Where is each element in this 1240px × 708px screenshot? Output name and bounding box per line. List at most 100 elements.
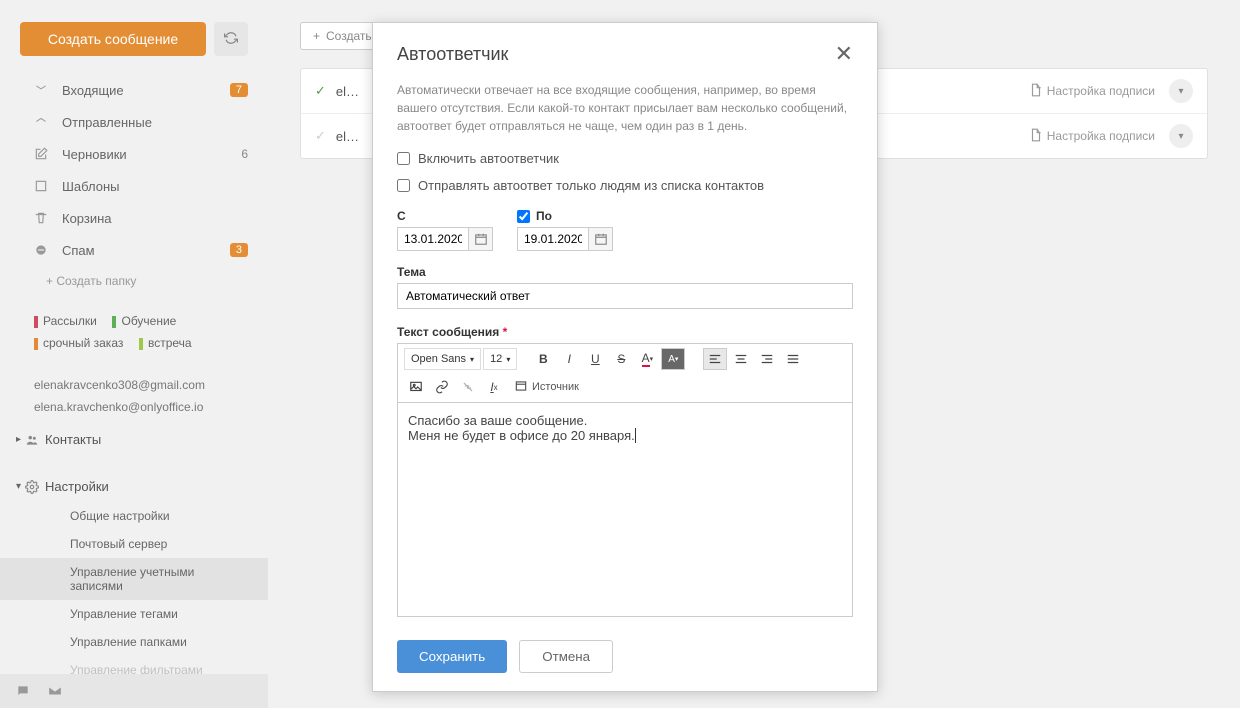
contacts-section[interactable]: ▸ Контакты — [0, 424, 268, 455]
row-menu-button[interactable]: ▾ — [1169, 79, 1193, 103]
autoresponder-modal: Автоответчик ✕ Автоматически отвечает на… — [372, 22, 878, 692]
source-button[interactable]: Источник — [514, 379, 579, 396]
folder-templates[interactable]: Шаблоны — [0, 170, 268, 202]
folder-count: 6 — [241, 147, 248, 161]
fontsize-select[interactable]: 12 ▾ — [483, 348, 517, 370]
folder-list: Входящие 7 Отправленные Черновики 6 Шабл… — [0, 74, 268, 266]
to-enable-checkbox[interactable] — [517, 210, 530, 223]
modal-title: Автоответчик — [397, 44, 835, 65]
spam-icon — [34, 243, 52, 257]
underline-button[interactable]: U — [583, 348, 607, 370]
message-line: Спасибо за ваше сообщение. — [408, 413, 842, 428]
enable-checkbox[interactable] — [397, 152, 410, 165]
refresh-icon — [224, 31, 238, 48]
italic-button[interactable]: I — [557, 348, 581, 370]
settings-item-accounts[interactable]: Управление учетными записями — [0, 558, 268, 600]
tag-item[interactable]: Обучение — [112, 310, 176, 332]
tag-color-icon — [34, 338, 38, 350]
close-button[interactable]: ✕ — [835, 41, 853, 67]
folder-badge: 3 — [230, 243, 248, 257]
check-icon: ✓ — [315, 128, 326, 144]
enable-label: Включить автоответчик — [418, 151, 559, 166]
calendar-icon[interactable] — [468, 228, 492, 250]
bottom-bar — [0, 674, 268, 708]
tag-item[interactable]: Рассылки — [34, 310, 97, 332]
align-justify-button[interactable] — [781, 348, 805, 370]
draft-icon — [34, 147, 52, 161]
clear-format-button[interactable]: Ix — [482, 376, 506, 398]
folder-sent[interactable]: Отправленные — [0, 106, 268, 138]
only-contacts-checkbox[interactable] — [397, 179, 410, 192]
tag-color-icon — [139, 338, 143, 350]
chevron-down-icon: ▾ — [470, 355, 474, 364]
compose-button[interactable]: Создать сообщение — [20, 22, 206, 56]
folder-label: Черновики — [62, 147, 241, 162]
bgcolor-button[interactable]: A▾ — [661, 348, 685, 370]
from-label: С — [397, 209, 493, 223]
tag-item[interactable]: срочный заказ — [34, 332, 123, 354]
chat-icon[interactable] — [16, 684, 30, 698]
chevron-down-icon: ▾ — [16, 481, 21, 492]
signature-label: Настройка подписи — [1047, 84, 1155, 98]
tag-item[interactable]: встреча — [139, 332, 192, 354]
contacts-icon — [25, 433, 39, 447]
plus-icon: + — [313, 29, 320, 43]
create-folder-button[interactable]: + Создать папку — [0, 266, 268, 296]
account-item[interactable]: elena.kravchenko@onlyoffice.io — [34, 396, 248, 418]
tag-label: Рассылки — [43, 314, 97, 328]
settings-submenu: Общие настройки Почтовый сервер Управлен… — [0, 502, 268, 684]
font-select[interactable]: Open Sans ▾ — [404, 348, 481, 370]
settings-section[interactable]: ▾ Настройки — [0, 471, 268, 502]
account-item[interactable]: elenakravcenko308@gmail.com — [34, 374, 248, 396]
align-left-button[interactable] — [703, 348, 727, 370]
document-icon — [1029, 128, 1043, 145]
signature-link[interactable]: Настройка подписи — [1029, 83, 1155, 100]
signature-label: Настройка подписи — [1047, 129, 1155, 143]
to-date-input[interactable] — [518, 228, 588, 250]
subject-label: Тема — [397, 265, 853, 279]
folder-label: Корзина — [62, 211, 248, 226]
settings-item-folders[interactable]: Управление папками — [0, 628, 268, 656]
inbox-icon — [34, 83, 52, 97]
folder-label: Спам — [62, 243, 230, 258]
folder-label: Отправленные — [62, 115, 248, 130]
folder-trash[interactable]: Корзина — [0, 202, 268, 234]
tags-list: Рассылки Обучение срочный заказ встреча — [0, 296, 268, 368]
settings-item-general[interactable]: Общие настройки — [0, 502, 268, 530]
folder-spam[interactable]: Спам 3 — [0, 234, 268, 266]
folder-inbox[interactable]: Входящие 7 — [0, 74, 268, 106]
row-menu-button[interactable]: ▾ — [1169, 124, 1193, 148]
tag-label: срочный заказ — [43, 336, 123, 350]
align-center-button[interactable] — [729, 348, 753, 370]
from-date-input[interactable] — [398, 228, 468, 250]
textcolor-button[interactable]: A▾ — [635, 348, 659, 370]
folder-label: Входящие — [62, 83, 230, 98]
bold-button[interactable]: B — [531, 348, 555, 370]
subject-input[interactable] — [397, 283, 853, 309]
align-right-button[interactable] — [755, 348, 779, 370]
chevron-down-icon: ▾ — [506, 355, 510, 364]
mail-status-icon[interactable] — [48, 684, 62, 698]
save-button[interactable]: Сохранить — [397, 640, 507, 673]
image-button[interactable] — [404, 376, 428, 398]
folder-drafts[interactable]: Черновики 6 — [0, 138, 268, 170]
text-cursor — [635, 428, 636, 443]
cancel-button[interactable]: Отмена — [519, 640, 613, 673]
refresh-button[interactable] — [214, 22, 248, 56]
template-icon — [34, 179, 52, 193]
strike-button[interactable]: S — [609, 348, 633, 370]
settings-item-tags[interactable]: Управление тегами — [0, 600, 268, 628]
close-icon: ✕ — [835, 41, 853, 66]
settings-label: Настройки — [45, 479, 109, 494]
signature-link[interactable]: Настройка подписи — [1029, 128, 1155, 145]
settings-item-mailserver[interactable]: Почтовый сервер — [0, 530, 268, 558]
calendar-icon[interactable] — [588, 228, 612, 250]
unlink-button[interactable] — [456, 376, 480, 398]
link-button[interactable] — [430, 376, 454, 398]
body-label: Текст сообщения * — [397, 325, 853, 339]
message-line: Меня не будет в офисе до 20 января. — [408, 428, 635, 443]
folder-label: Шаблоны — [62, 179, 248, 194]
chevron-down-icon: ▾ — [1178, 86, 1183, 97]
editor-body[interactable]: Спасибо за ваше сообщение. Меня не будет… — [397, 402, 853, 617]
accounts-list: elenakravcenko308@gmail.com elena.kravch… — [0, 368, 268, 424]
